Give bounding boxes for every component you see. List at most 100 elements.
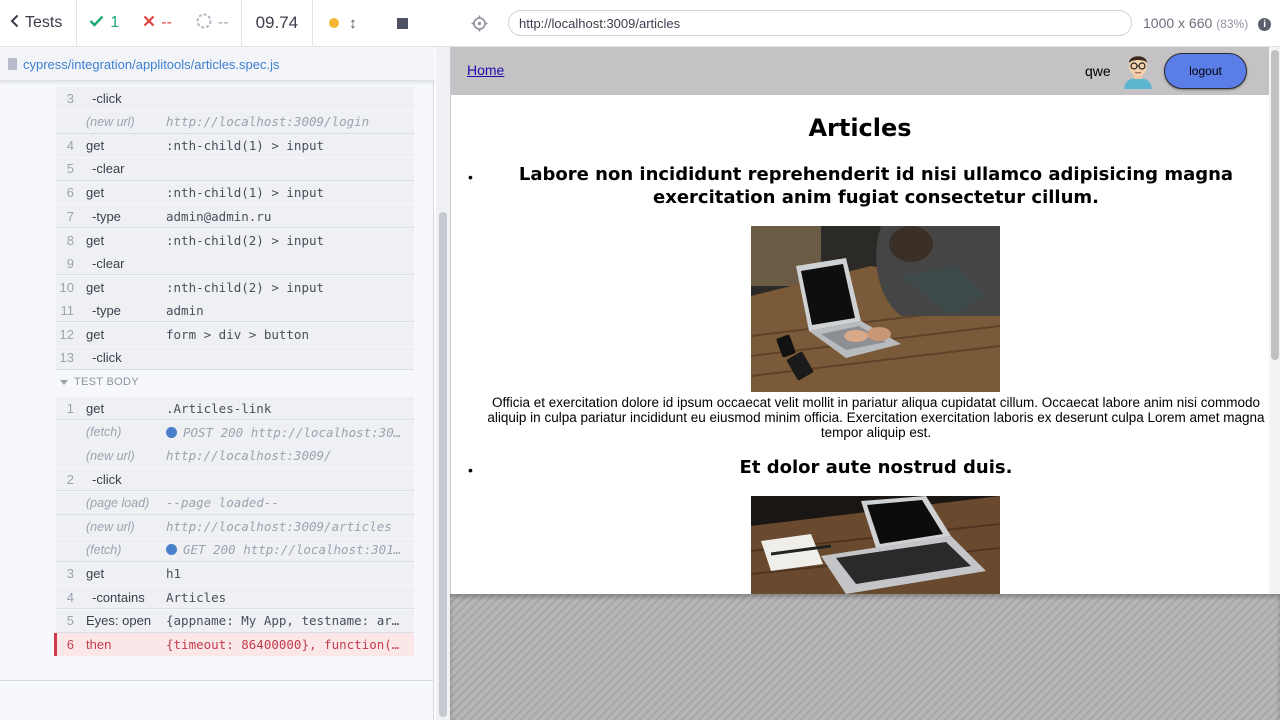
command-message: {appname: My App, testname: articles} — [166, 613, 414, 628]
command-name: (new url) — [86, 519, 135, 534]
tests-label: Tests — [25, 14, 63, 31]
command-name: get — [86, 566, 105, 582]
command-message-text: http://localhost:3009/ — [166, 448, 332, 464]
aut-background — [450, 594, 1280, 720]
reporter-divider — [0, 680, 434, 681]
command-row[interactable]: 8 get:nth-child(2) > input — [56, 228, 414, 252]
command-message: POST 200 http://localhost:3010/login — [166, 425, 414, 440]
command-name: -contains — [92, 589, 145, 605]
command-row[interactable]: 7 -type admin@admin.ru — [56, 205, 414, 228]
command-row[interactable]: 3 -click — [56, 87, 414, 110]
article-body: Officia et exercitation dolore id ipsum … — [487, 395, 1265, 440]
failed-count[interactable]: -- — [131, 0, 184, 47]
tests-back-button[interactable]: Tests — [0, 0, 78, 47]
command-message-text: admin — [166, 302, 204, 318]
command-message-text: admin@admin.ru — [166, 208, 272, 224]
passed-count[interactable]: 1 — [77, 0, 131, 47]
command-message: h1 — [166, 566, 414, 581]
article-image — [751, 496, 1000, 594]
command-message: GET 200 http://localhost:3010/articles — [166, 542, 414, 557]
command-row[interactable]: 10 get:nth-child(2) > input — [56, 275, 414, 299]
aut-scrollbar-thumb[interactable] — [1271, 50, 1279, 360]
command-number: 4 — [66, 589, 74, 605]
command-name: (new url) — [86, 448, 135, 463]
logout-button[interactable]: logout — [1164, 53, 1247, 89]
command-row[interactable]: 9 -clear — [56, 252, 414, 276]
stop-icon[interactable] — [396, 17, 408, 29]
command-row-failed[interactable]: 6 then {timeout: 86400000}, function(){} — [54, 633, 414, 657]
file-icon — [8, 58, 17, 70]
aut-url-field[interactable]: http://localhost:3009/articles — [508, 10, 1132, 36]
xhr-status-icon — [166, 426, 177, 438]
command-row[interactable]: 4 get:nth-child(1) > input — [56, 134, 414, 158]
command-message-text: :nth-child(2) > input — [166, 279, 325, 295]
article-image — [751, 226, 1000, 392]
command-row[interactable]: 4 -contains Articles — [56, 586, 414, 609]
failed-value: -- — [161, 14, 172, 31]
spec-path-link[interactable]: cypress/integration/applitools/articles.… — [23, 57, 280, 72]
command-number: 2 — [66, 471, 74, 487]
home-link[interactable]: Home — [467, 62, 504, 78]
reporter-scrollbar-thumb[interactable] — [439, 212, 447, 717]
command-message: {timeout: 86400000}, function(){} — [166, 637, 414, 652]
test-body-header[interactable]: TEST BODY — [60, 372, 360, 392]
command-row[interactable]: 3 get h1 — [56, 562, 414, 586]
command-row[interactable]: 12 get form > div > button — [56, 323, 414, 346]
command-row[interactable]: (fetch) POST 200 http://localhost:3010/lo… — [56, 420, 414, 444]
command-name: -clear — [92, 161, 125, 177]
command-message-text: {timeout: 86400000}, function(){} — [166, 637, 414, 653]
aut-scrollbar[interactable] — [1269, 47, 1280, 594]
reporter-scrollbar[interactable] — [436, 47, 450, 720]
command-name: get — [86, 232, 105, 248]
command-number: 13 — [59, 350, 74, 366]
command-row[interactable]: (new url) http://localhost:3009/articles — [56, 515, 414, 539]
command-message-text: http://localhost:3009/login — [166, 114, 370, 130]
command-row[interactable]: 2 -click — [56, 468, 414, 491]
auto-scroll-icon[interactable]: ↕ — [349, 15, 357, 32]
command-number: 10 — [59, 279, 74, 295]
command-message-text: POST 200 http://localhost:3010/login — [183, 424, 414, 440]
xhr-status-icon — [166, 544, 177, 556]
collapse-triangle-icon — [60, 379, 68, 385]
pending-count[interactable]: -- — [184, 0, 241, 47]
command-row[interactable]: 11 -type admin — [56, 299, 414, 323]
command-name: -click — [92, 350, 122, 366]
command-message-text: GET 200 http://localhost:3010/articles — [183, 542, 414, 558]
command-number: 1 — [66, 400, 74, 416]
run-duration: 09.74 — [240, 0, 314, 47]
info-icon[interactable]: i — [1258, 18, 1272, 31]
command-row[interactable]: 5 Eyes: open {appname: My App, testname: a… — [56, 609, 414, 633]
command-message: http://localhost:3009/ — [166, 448, 414, 463]
command-message-text: :nth-child(1) > input — [166, 138, 325, 154]
command-message-text: http://localhost:3009/articles — [166, 519, 392, 535]
command-message-text: form > div > button — [166, 327, 309, 342]
command-row[interactable]: 13 -click — [56, 346, 414, 370]
command-number: 12 — [59, 327, 74, 342]
reporter-header: Tests 1 -- -- 09.74 ↕ — [0, 0, 450, 47]
command-row[interactable]: 1 get .Articles-link — [56, 397, 414, 421]
spec-file-bar: cypress/integration/applitools/articles.… — [0, 48, 434, 81]
avatar — [1121, 51, 1155, 89]
aut-header: http://localhost:3009/articles 1000 x 66… — [450, 0, 1280, 47]
viewport-scale: (83%) — [1216, 17, 1249, 31]
command-name: (page load) — [86, 495, 150, 510]
list-bullet: • — [468, 169, 473, 185]
command-message: http://localhost:3009/login — [166, 114, 414, 129]
article-title: Et dolor aute nostrud duis. — [739, 457, 1013, 478]
viewport-info: 1000 x 660 (83%) i — [1143, 15, 1272, 31]
command-row[interactable]: (new url) http://localhost:3009/login — [56, 110, 414, 134]
command-message-text: {appname: My App, testname: articles} — [166, 613, 414, 629]
selector-playground-icon[interactable] — [450, 15, 508, 32]
command-number: 5 — [66, 613, 74, 629]
command-row[interactable]: 5 -clear — [56, 157, 414, 181]
command-message: .Articles-link — [166, 401, 414, 416]
command-row[interactable]: 6 get:nth-child(1) > input — [56, 181, 414, 205]
command-row[interactable]: (page load) --page loaded-- — [56, 491, 414, 515]
command-name: get — [86, 400, 105, 416]
command-number: 7 — [66, 208, 74, 224]
command-row[interactable]: (fetch) GET 200 http://localhost:3010/art… — [56, 538, 414, 562]
list-bullet: • — [468, 462, 473, 478]
x-icon — [143, 14, 155, 32]
command-message-text: --page loaded-- — [166, 495, 279, 511]
command-row[interactable]: (new url) http://localhost:3009/ — [56, 444, 414, 468]
